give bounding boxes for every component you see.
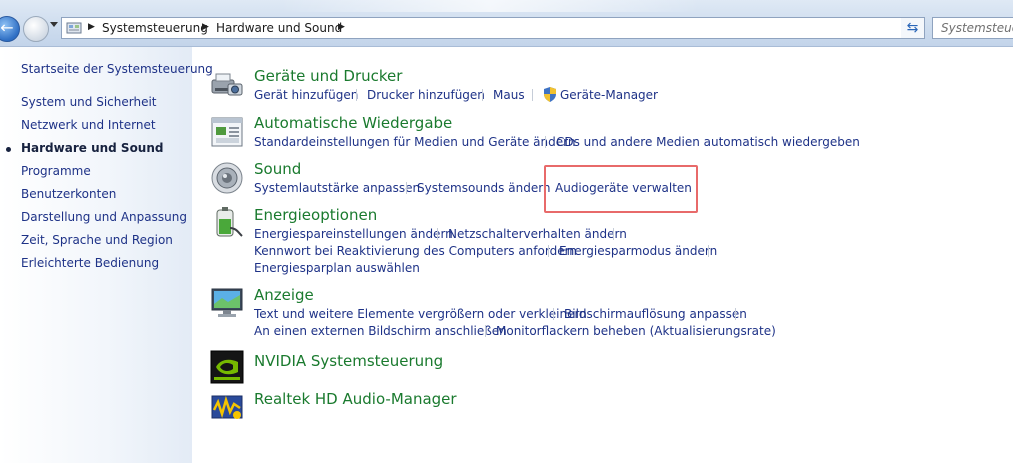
breadcrumb-hardware-und-sound[interactable]: Hardware und Sound (216, 21, 342, 35)
breadcrumb-arrow-icon[interactable]: ▶ (338, 22, 345, 32)
sidebar (0, 47, 192, 463)
task-autoplay-cds[interactable]: CDs und andere Medien automatisch wieder… (556, 135, 860, 149)
category-title-nvidia[interactable]: NVIDIA Systemsteuerung (254, 352, 443, 370)
divider (356, 89, 357, 101)
task-device-manager[interactable]: Geräte-Manager (560, 88, 658, 102)
divider (735, 308, 736, 320)
refresh-icon: ⇆ (906, 20, 919, 36)
search-placeholder: Systemsteuerung durchsuchen (941, 21, 1013, 35)
category-title-autoplay[interactable]: Automatische Wiedergabe (254, 114, 452, 132)
highlight-box (544, 165, 698, 213)
realtek-icon[interactable] (210, 390, 244, 424)
autoplay-icon[interactable] (210, 115, 244, 149)
breadcrumb-arrow-icon[interactable]: ▶ (88, 22, 95, 32)
divider (437, 228, 438, 240)
forward-button[interactable] (23, 16, 49, 42)
divider (548, 245, 549, 257)
task-system-sounds[interactable]: Systemsounds ändern (417, 181, 551, 195)
breadcrumb-arrow-icon[interactable]: ▶ (202, 22, 209, 32)
refresh-button[interactable]: ⇆ (901, 17, 925, 39)
task-resolution[interactable]: Bildschirmauflösung anpassen (564, 307, 747, 321)
speaker-icon[interactable] (210, 161, 244, 195)
divider (545, 136, 546, 148)
navigation-bar: ← ▶ Systemsteuerung ▶ Hardware und Sound… (0, 0, 1013, 47)
printer-camera-icon[interactable] (210, 66, 244, 100)
divider (708, 245, 709, 257)
divider (613, 228, 614, 240)
divider (406, 182, 407, 194)
sidebar-item-network[interactable]: Netzwerk und Internet (21, 118, 156, 132)
control-panel-icon (66, 22, 82, 34)
category-title-sound[interactable]: Sound (254, 160, 301, 178)
nvidia-icon[interactable] (210, 350, 244, 384)
category-title-display[interactable]: Anzeige (254, 286, 314, 304)
divider (485, 325, 486, 337)
recent-pages-dropdown-icon[interactable] (50, 22, 58, 27)
task-power-plan[interactable]: Energiesparplan auswählen (254, 261, 420, 275)
task-system-volume[interactable]: Systemlautstärke anpassen (254, 181, 420, 195)
sidebar-item-programs[interactable]: Programme (21, 164, 91, 178)
category-title-devices[interactable]: Geräte und Drucker (254, 67, 402, 85)
task-power-button[interactable]: Netzschalterverhalten ändern (448, 227, 627, 241)
sidebar-item-hardware-sound[interactable]: Hardware und Sound (21, 141, 163, 155)
battery-icon[interactable] (210, 206, 244, 240)
sidebar-home-link[interactable]: Startseite der Systemsteuerung (21, 62, 213, 76)
sidebar-item-accessibility[interactable]: Erleichterte Bedienung (21, 256, 159, 270)
title-glow (280, 0, 700, 12)
divider (553, 308, 554, 320)
address-bar[interactable]: ▶ Systemsteuerung ▶ Hardware und Sound ▶ (61, 17, 925, 39)
active-bullet-icon (6, 147, 11, 152)
monitor-icon[interactable] (210, 286, 244, 320)
divider (532, 89, 533, 101)
task-refresh-rate[interactable]: Monitorflackern beheben (Aktualisierungs… (496, 324, 776, 338)
category-title-power[interactable]: Energieoptionen (254, 206, 377, 224)
task-wake-password[interactable]: Kennwort bei Reaktivierung des Computers… (254, 244, 577, 258)
sidebar-item-region[interactable]: Zeit, Sprache und Region (21, 233, 173, 247)
search-input[interactable]: Systemsteuerung durchsuchen (932, 17, 1013, 39)
task-sleep-mode[interactable]: Energiesparmodus ändern (559, 244, 717, 258)
sidebar-item-user-accounts[interactable]: Benutzerkonten (21, 187, 116, 201)
uac-shield-icon (544, 87, 556, 102)
sidebar-item-system-security[interactable]: System und Sicherheit (21, 95, 157, 109)
breadcrumb-systemsteuerung[interactable]: Systemsteuerung (102, 21, 208, 35)
task-power-settings[interactable]: Energiespareinstellungen ändern (254, 227, 453, 241)
divider (482, 89, 483, 101)
task-text-size[interactable]: Text und weitere Elemente vergrößern ode… (254, 307, 587, 321)
back-arrow-icon: ← (0, 18, 14, 37)
task-media-defaults[interactable]: Standardeinstellungen für Medien und Ger… (254, 135, 575, 149)
task-add-device[interactable]: Gerät hinzufügen (254, 88, 358, 102)
task-mouse[interactable]: Maus (493, 88, 525, 102)
back-button[interactable]: ← (0, 16, 20, 42)
sidebar-item-appearance[interactable]: Darstellung und Anpassung (21, 210, 187, 224)
task-add-printer[interactable]: Drucker hinzufügen (367, 88, 485, 102)
category-title-realtek[interactable]: Realtek HD Audio-Manager (254, 390, 457, 408)
task-external-display[interactable]: An einen externen Bildschirm anschließen (254, 324, 507, 338)
